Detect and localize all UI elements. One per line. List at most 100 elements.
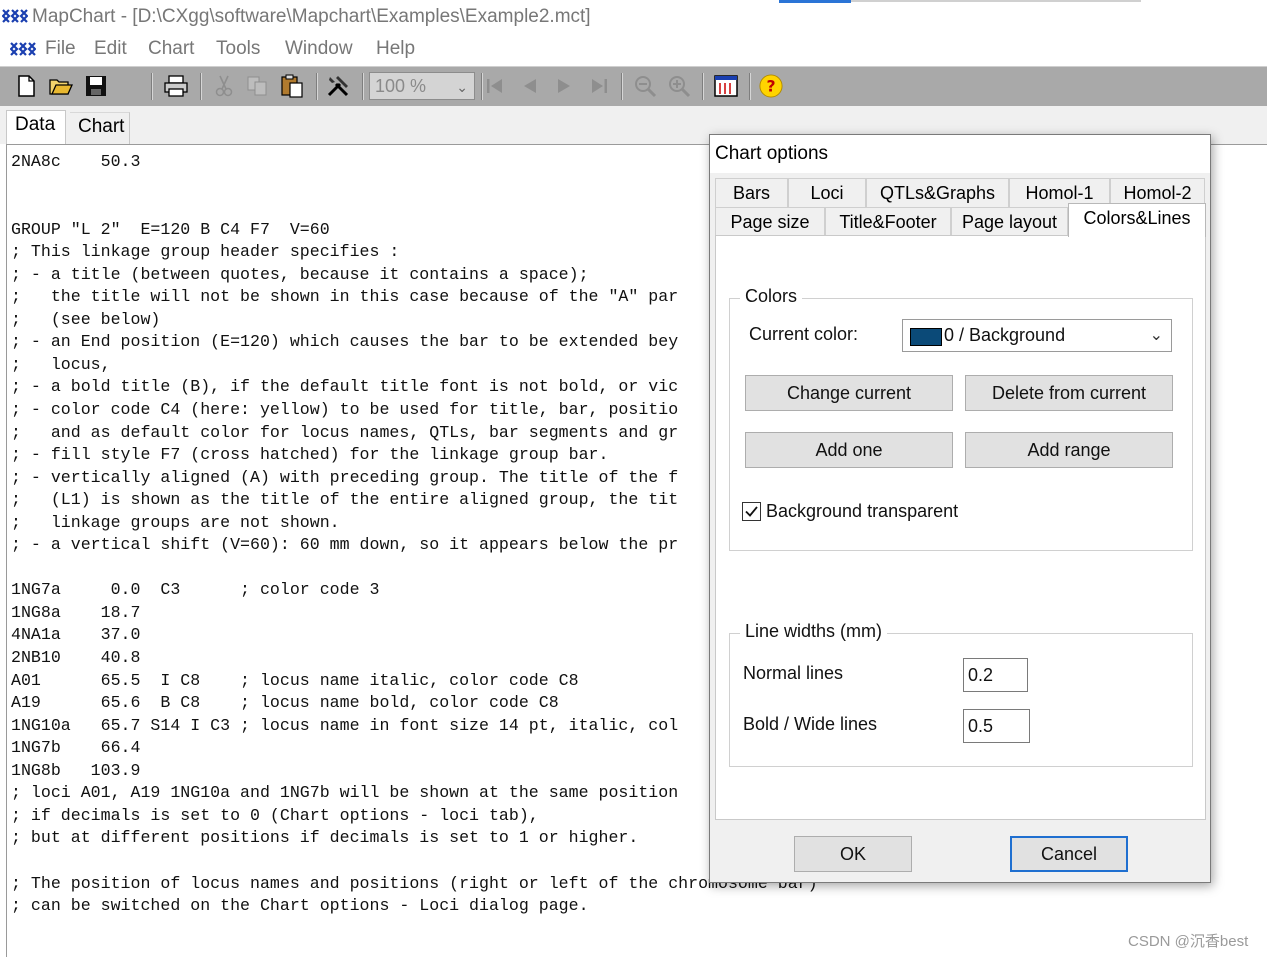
first-page-icon[interactable] xyxy=(483,74,507,98)
print-icon[interactable] xyxy=(164,74,188,98)
new-file-icon[interactable] xyxy=(14,74,38,98)
add-range-button[interactable]: Add range xyxy=(965,432,1173,468)
menu-tools[interactable]: Tools xyxy=(216,38,260,60)
editor-line: A19 65.6 B C8 ; locus name bold, color c… xyxy=(11,693,559,713)
editor-line: 1NG8a 18.7 xyxy=(11,602,141,622)
editor-line: 1NG8b 103.9 xyxy=(11,760,141,780)
editor-line: ; loci A01, A19 1NG10a and 1NG7b will be… xyxy=(11,783,679,803)
editor-line: 4NA1a 37.0 xyxy=(11,625,141,645)
editor-line: ; - color code C4 (here: yellow) to be u… xyxy=(11,400,679,420)
tab-data[interactable]: Data xyxy=(6,110,66,144)
editor-line: ; - fill style F7 (cross hatched) for th… xyxy=(11,445,609,465)
tab-loci[interactable]: Loci xyxy=(788,178,866,207)
toolbar-separator xyxy=(749,73,751,100)
zoom-value: 100 % xyxy=(375,76,427,96)
menu-chart[interactable]: Chart xyxy=(148,38,194,60)
background-transparent-checkbox[interactable] xyxy=(742,502,761,521)
tab-page-size[interactable]: Page size xyxy=(715,207,825,236)
tab-qtls-graphs[interactable]: QTLs&Graphs xyxy=(866,178,1009,207)
editor-line: 2NB10 40.8 xyxy=(11,648,141,668)
tab-colors-lines[interactable]: Colors&Lines xyxy=(1068,203,1206,237)
zoom-select[interactable]: 100 % ⌄ xyxy=(369,72,475,100)
editor-line: ; but at different positions if decimals… xyxy=(11,828,639,848)
mapchart-app-icon xyxy=(1,8,29,29)
dialog-title: Chart options xyxy=(715,143,829,164)
last-page-icon[interactable] xyxy=(587,74,611,98)
toolbar-separator xyxy=(151,73,153,100)
editor-line: ; linkage groups are not shown. xyxy=(11,512,340,532)
delete-from-current-button[interactable]: Delete from current xyxy=(965,375,1173,411)
editor-text: 2NA8c 50.3 GROUP "L 2" E=120 B C4 F7 V=6… xyxy=(11,151,818,918)
cancel-button[interactable]: Cancel xyxy=(1010,836,1128,872)
toolbar-separator xyxy=(200,73,202,100)
paste-icon[interactable] xyxy=(280,74,304,98)
dialog-title-bar: Chart options xyxy=(710,135,1210,173)
change-current-button[interactable]: Change current xyxy=(745,375,953,411)
colors-lines-panel: Colors Current color: 0 / Background ⌄ C… xyxy=(715,235,1206,820)
editor-line: ; if decimals is set to 0 (Chart options… xyxy=(11,805,539,825)
chart-options-icon[interactable] xyxy=(714,74,738,98)
menu-bar: File Edit Chart Tools Window Help xyxy=(0,34,1267,66)
add-one-button[interactable]: Add one xyxy=(745,432,953,468)
taskbar-accent-line xyxy=(779,0,851,3)
document-menu-icon[interactable] xyxy=(9,41,37,62)
editor-line: 1NG7b 66.4 xyxy=(11,738,141,758)
editor-line: ; (L1) is shown as the title of the enti… xyxy=(11,490,679,510)
toolbar-separator xyxy=(362,73,364,100)
current-color-select[interactable]: 0 / Background ⌄ xyxy=(902,319,1172,352)
line-widths-group: Line widths (mm) Normal lines Bold / Wid… xyxy=(729,621,1193,767)
chevron-down-icon: ⌄ xyxy=(456,79,468,95)
menu-edit[interactable]: Edit xyxy=(94,38,127,60)
title-bar: MapChart - [D:\CXgg\software\Mapchart\Ex… xyxy=(0,0,1267,34)
current-color-label: Current color: xyxy=(749,324,859,344)
editor-line: GROUP "L 2" E=120 B C4 F7 V=60 xyxy=(11,219,330,239)
svg-text:?: ? xyxy=(766,77,775,96)
tab-title-footer[interactable]: Title&Footer xyxy=(825,207,951,236)
bold-lines-input[interactable] xyxy=(963,709,1030,743)
cut-icon[interactable] xyxy=(212,74,236,98)
editor-line: ; - an End position (E=120) which causes… xyxy=(11,332,679,352)
copy-icon[interactable] xyxy=(245,74,269,98)
toolbar-separator xyxy=(621,73,623,100)
editor-line: ; - a title (between quotes, because it … xyxy=(11,264,589,284)
menu-help[interactable]: Help xyxy=(376,38,415,60)
toolbar-separator xyxy=(702,73,704,100)
next-page-icon[interactable] xyxy=(552,74,576,98)
colors-group: Colors Current color: 0 / Background ⌄ C… xyxy=(729,286,1193,551)
menu-window[interactable]: Window xyxy=(285,38,353,60)
editor-line: ; The position of locus names and positi… xyxy=(11,873,818,893)
editor-line: 1NG10a 65.7 S14 I C3 ; locus name in fon… xyxy=(11,715,679,735)
open-folder-icon[interactable] xyxy=(49,74,73,98)
toolbar-separator xyxy=(316,73,318,100)
normal-lines-input[interactable] xyxy=(963,658,1028,692)
menu-file[interactable]: File xyxy=(45,38,76,60)
chevron-down-icon: ⌄ xyxy=(1149,327,1163,344)
colors-group-title: Colors xyxy=(740,286,803,307)
checkmark-icon xyxy=(745,506,758,517)
editor-line: ; - a bold title (B), if the default tit… xyxy=(11,377,679,397)
tab-chart[interactable]: Chart xyxy=(70,112,130,144)
save-icon[interactable] xyxy=(84,74,108,98)
tab-page-layout[interactable]: Page layout xyxy=(951,207,1068,236)
ok-button[interactable]: OK xyxy=(794,836,912,872)
watermark: CSDN @沉香best xyxy=(1128,933,1249,950)
editor-line: A01 65.5 I C8 ; locus name italic, color… xyxy=(11,670,579,690)
chart-options-dialog: Chart options Bars Loci QTLs&Graphs Homo… xyxy=(709,134,1211,883)
editor-line: ; and as default color for locus names, … xyxy=(11,422,679,442)
prev-page-icon[interactable] xyxy=(518,74,542,98)
zoom-out-icon[interactable] xyxy=(633,74,657,98)
editor-line: ; - a vertical shift (V=60): 60 mm down,… xyxy=(11,535,679,555)
zoom-in-icon[interactable] xyxy=(667,74,691,98)
tab-bars[interactable]: Bars xyxy=(715,178,788,207)
editor-line: ; This linkage group header specifies : xyxy=(11,242,400,262)
tools-icon[interactable] xyxy=(326,74,350,98)
bold-lines-label: Bold / Wide lines xyxy=(743,714,878,734)
editor-line: ; (see below) xyxy=(11,309,161,329)
color-swatch xyxy=(910,328,942,346)
help-icon[interactable]: ? xyxy=(759,74,783,98)
taskbar-gray-line xyxy=(851,0,1141,2)
editor-line: 1NG7a 0.0 C3 ; color code 3 xyxy=(11,580,380,600)
